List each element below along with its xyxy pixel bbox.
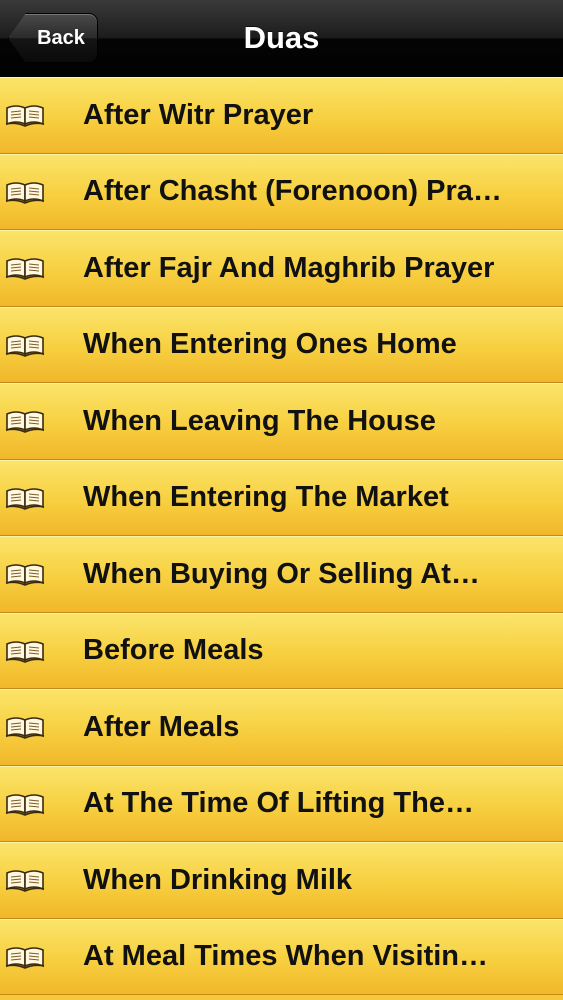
book-icon — [5, 564, 45, 587]
back-button-label: Back — [37, 26, 85, 49]
list-item[interactable]: After Fajr And Maghrib Prayer — [0, 230, 563, 307]
list-item-label: When Entering The Market — [83, 481, 449, 514]
list-item-label: After Meals — [83, 710, 240, 743]
back-button[interactable]: Back — [8, 13, 98, 63]
list-item-label: After Chasht (Forenoon) Pra… — [83, 175, 502, 208]
book-icon — [5, 717, 45, 740]
book-icon — [5, 258, 45, 281]
duas-list: After Witr Prayer After Chasht (Forenoon… — [0, 77, 563, 995]
list-item-label: After Witr Prayer — [83, 98, 314, 131]
list-item-label: When Drinking Milk — [83, 863, 353, 896]
navigation-bar: Back Duas — [0, 0, 563, 77]
list-item[interactable]: Before Meals — [0, 612, 563, 689]
book-icon — [5, 870, 45, 893]
list-item-label: Before Meals — [83, 634, 264, 667]
list-item[interactable]: After Chasht (Forenoon) Pra… — [0, 153, 563, 230]
list-item-label: At The Time Of Lifting The… — [83, 787, 474, 820]
list-item[interactable]: When Leaving The House — [0, 383, 563, 460]
book-icon — [5, 946, 45, 969]
book-icon — [5, 487, 45, 510]
list-item[interactable]: After Witr Prayer — [0, 77, 563, 154]
book-icon — [5, 793, 45, 816]
book-icon — [5, 411, 45, 434]
book-icon — [5, 640, 45, 663]
book-icon — [5, 181, 45, 204]
list-item-label: At Meal Times When Visitin… — [83, 940, 489, 973]
list-item[interactable]: When Entering The Market — [0, 459, 563, 536]
list-item[interactable]: When Entering Ones Home — [0, 306, 563, 383]
list-item-label: When Leaving The House — [83, 404, 436, 437]
list-item-label: When Buying Or Selling At… — [83, 557, 480, 590]
list-item[interactable]: When Buying Or Selling At… — [0, 536, 563, 613]
list-item-label: When Entering Ones Home — [83, 328, 457, 361]
list-item-label: After Fajr And Maghrib Prayer — [83, 251, 495, 284]
list-item[interactable]: After Meals — [0, 689, 563, 766]
list-item[interactable]: At Meal Times When Visitin… — [0, 918, 563, 995]
book-icon — [5, 334, 45, 357]
list-item[interactable]: At The Time Of Lifting The… — [0, 765, 563, 842]
book-icon — [5, 105, 45, 128]
list-item[interactable]: When Drinking Milk — [0, 842, 563, 919]
